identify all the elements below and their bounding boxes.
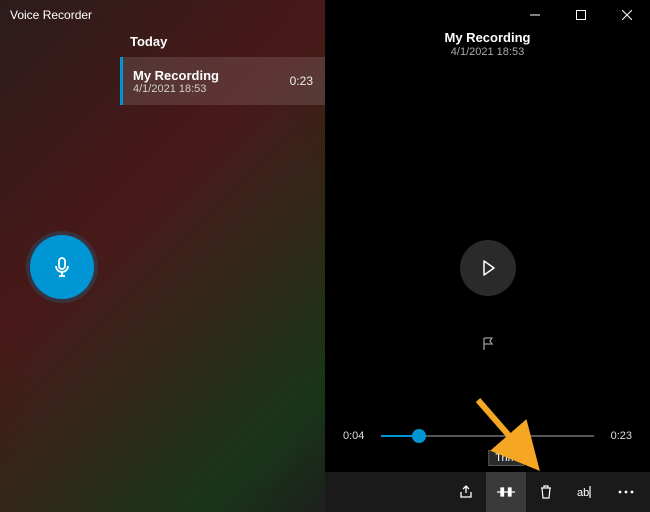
trash-icon <box>539 484 553 500</box>
play-button[interactable] <box>460 240 516 296</box>
more-button[interactable] <box>606 472 646 512</box>
trim-icon <box>497 485 515 499</box>
recording-name: My Recording <box>133 68 290 83</box>
seek-track[interactable] <box>381 435 594 437</box>
title-bar: Voice Recorder <box>0 0 325 30</box>
svg-text:ab: ab <box>577 487 589 499</box>
recording-duration: 0:23 <box>290 74 313 88</box>
maximize-icon <box>576 10 586 20</box>
time-current: 0:04 <box>343 430 371 442</box>
maximize-button[interactable] <box>558 0 604 30</box>
seek-thumb[interactable] <box>412 429 426 443</box>
app-title: Voice Recorder <box>10 8 92 22</box>
recording-date: 4/1/2021 18:53 <box>133 83 290 95</box>
more-icon <box>618 490 634 494</box>
microphone-icon <box>50 255 74 279</box>
close-icon <box>622 10 632 20</box>
minimize-button[interactable] <box>512 0 558 30</box>
detail-pane: My Recording 4/1/2021 18:53 0:04 0:23 <box>325 0 650 512</box>
trim-tooltip: Trim <box>488 450 524 466</box>
rename-button[interactable]: ab <box>566 472 606 512</box>
recording-item[interactable]: My Recording 4/1/2021 18:53 0:23 <box>120 57 325 105</box>
close-button[interactable] <box>604 0 650 30</box>
recordings-list-pane: Voice Recorder Today My Recording 4/1/20… <box>0 0 325 512</box>
trim-button[interactable]: Trim <box>486 472 526 512</box>
delete-button[interactable] <box>526 472 566 512</box>
rename-icon: ab <box>577 485 595 499</box>
play-icon <box>478 258 498 278</box>
detail-date: 4/1/2021 18:53 <box>451 46 524 58</box>
add-marker-button[interactable] <box>472 328 504 360</box>
playback-timeline: 0:04 0:23 <box>343 430 632 442</box>
minimize-icon <box>530 10 540 20</box>
share-icon <box>458 484 474 500</box>
record-button[interactable] <box>30 235 94 299</box>
detail-title: My Recording <box>445 30 531 45</box>
detail-toolbar: Trim ab <box>325 472 650 512</box>
flag-icon <box>480 336 496 352</box>
list-group-header: Today <box>130 34 325 49</box>
time-total: 0:23 <box>604 430 632 442</box>
share-button[interactable] <box>446 472 486 512</box>
